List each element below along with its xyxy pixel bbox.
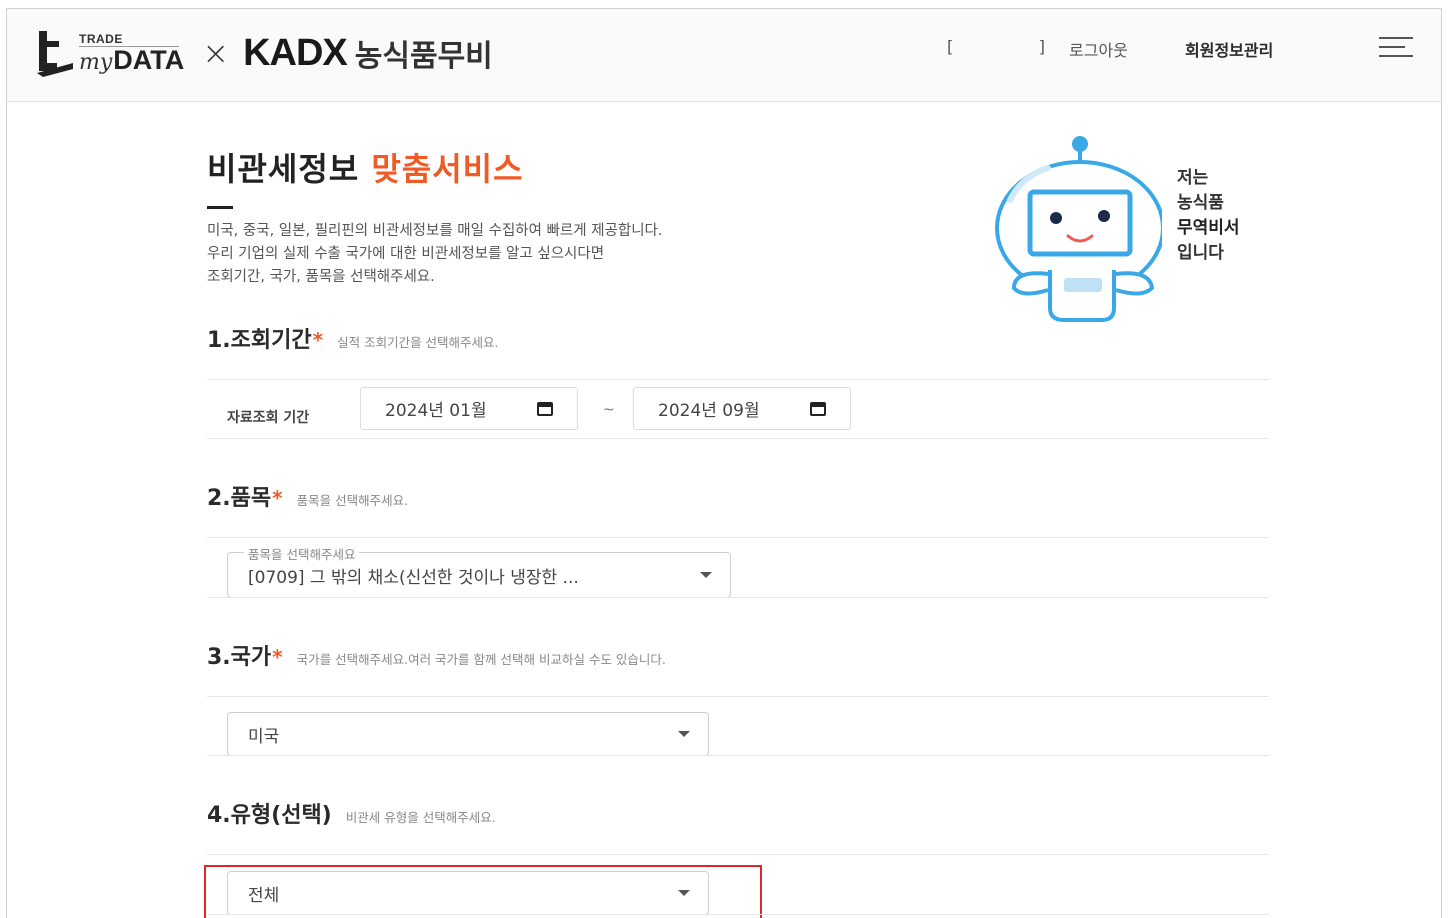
- divider: [207, 597, 1269, 598]
- divider: [207, 438, 1269, 439]
- page-title-accent: 맞춤서비스: [371, 150, 524, 188]
- title-underline: [207, 206, 233, 209]
- section-country-title: 3.국가 * 국가를 선택해주세요.여러 국가를 함께 선택해 비교하실 수도 있…: [207, 639, 666, 671]
- range-separator: ~: [603, 402, 615, 418]
- robot-speech-text: 저는 농식품 무역비서 입니다: [1177, 166, 1240, 266]
- logo-kadx-text: KADX: [243, 31, 348, 74]
- period-label: 자료조회 기간: [227, 410, 310, 426]
- calendar-icon: [810, 402, 826, 416]
- member-info-link[interactable]: 회원정보관리: [1185, 37, 1273, 61]
- main-content: 비관세정보 맞춤서비스 미국, 중국, 일본, 필리핀의 비관세정보를 매일 수…: [7, 102, 1441, 918]
- section-period-hint: 실적 조회기간을 선택해주세요.: [337, 335, 499, 350]
- logo-my-text: my: [79, 49, 113, 75]
- bracket-open: [: [947, 37, 954, 56]
- section-item-hint: 품목을 선택해주세요.: [296, 493, 409, 508]
- page-title: 비관세정보 맞춤서비스: [207, 144, 524, 190]
- robot-line: 입니다: [1177, 243, 1224, 263]
- section-item-heading: 2.품목: [207, 486, 272, 511]
- section-period-title: 1.조회기간 * 실적 조회기간을 선택해주세요.: [207, 322, 499, 354]
- desc-line: 미국, 중국, 일본, 필리핀의 비관세정보를 매일 수집하여 빠르게 제공합니…: [207, 223, 663, 239]
- logout-link[interactable]: 로그아웃: [1069, 37, 1128, 61]
- page-description: 미국, 중국, 일본, 필리핀의 비관세정보를 매일 수집하여 빠르게 제공합니…: [207, 220, 663, 289]
- required-mark: *: [272, 486, 283, 510]
- divider: [207, 537, 1269, 538]
- divider: [207, 914, 1269, 915]
- app-frame: TRADE my DATA × KADX 농식품무비 [ ] 로그아웃 회원정보…: [6, 8, 1442, 918]
- section-period-heading: 1.조회기간: [207, 328, 312, 353]
- user-name-placeholder: [ ]: [947, 37, 1045, 56]
- section-item-title: 2.품목 * 품목을 선택해주세요.: [207, 480, 408, 512]
- brand-logo[interactable]: TRADE my DATA × KADX 농식품무비: [35, 25, 493, 81]
- top-header: TRADE my DATA × KADX 농식품무비 [ ] 로그아웃 회원정보…: [7, 9, 1441, 102]
- logo-cross: ×: [202, 34, 230, 72]
- robot-line: 저는: [1177, 168, 1209, 188]
- country-select[interactable]: 미국: [227, 712, 709, 756]
- divider: [207, 379, 1269, 380]
- item-select[interactable]: 품목을 선택해주세요 [0709] 그 밖의 채소(신선한 것이나 냉장한 ..…: [227, 544, 731, 598]
- required-mark: *: [312, 328, 324, 352]
- chevron-down-icon: [678, 731, 690, 737]
- divider: [207, 696, 1269, 697]
- item-select-value: [0709] 그 밖의 채소(신선한 것이나 냉장한 ...: [248, 567, 579, 588]
- section-type-heading: 4.유형(선택): [207, 803, 332, 828]
- trade-mydata-wordmark: TRADE my DATA: [79, 33, 184, 74]
- start-month-picker[interactable]: 2024년 01월: [360, 387, 578, 430]
- divider: [207, 755, 1269, 756]
- logo-data-text: DATA: [113, 44, 185, 75]
- bracket-close: ]: [1038, 37, 1045, 56]
- section-type-hint: 비관세 유형을 선택해주세요.: [345, 810, 496, 825]
- start-month-value: 2024년 01월: [385, 401, 487, 421]
- desc-line: 우리 기업의 실제 수출 국가에 대한 비관세정보를 알고 싶으시다면: [207, 246, 605, 262]
- required-mark: *: [272, 645, 283, 669]
- country-select-value: 미국: [248, 726, 280, 747]
- robot-mascot-icon: [992, 130, 1165, 325]
- robot-line: 무역비서: [1177, 218, 1240, 238]
- trade-logo-icon: [35, 27, 75, 79]
- section-type-title: 4.유형(선택) 비관세 유형을 선택해주세요.: [207, 797, 496, 829]
- divider: [207, 854, 1269, 855]
- section-country-hint: 국가를 선택해주세요.여러 국가를 함께 선택해 비교하실 수도 있습니다.: [296, 652, 666, 667]
- robot-line: 농식품: [1177, 193, 1224, 213]
- end-month-value: 2024년 09월: [658, 401, 760, 421]
- logo-korean-text: 농식품무비: [354, 39, 493, 74]
- page-title-main: 비관세정보: [207, 150, 372, 188]
- item-select-label: 품목을 선택해주세요: [244, 544, 360, 563]
- highlight-box: [204, 865, 762, 918]
- chevron-down-icon: [700, 572, 712, 578]
- section-country-heading: 3.국가: [207, 645, 272, 670]
- desc-line: 조회기간, 국가, 품목을 선택해주세요.: [207, 269, 435, 285]
- calendar-icon: [537, 402, 553, 416]
- menu-icon[interactable]: [1379, 35, 1413, 59]
- end-month-picker[interactable]: 2024년 09월: [633, 387, 851, 430]
